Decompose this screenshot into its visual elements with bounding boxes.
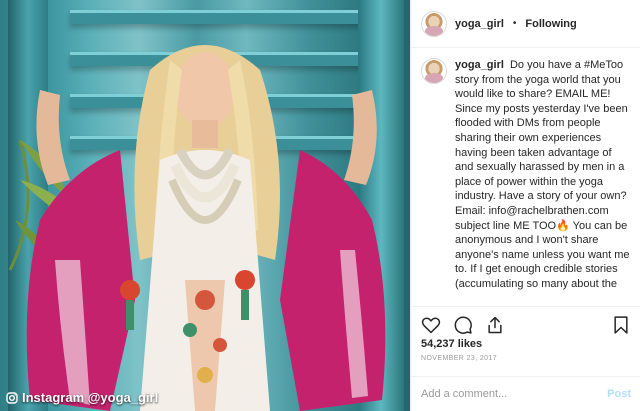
share-icon[interactable] — [485, 315, 505, 335]
post-side-panel: yoga_girl • Following yoga_girl Do you h… — [410, 0, 640, 411]
post-button[interactable]: Post — [607, 388, 631, 400]
post-header: yoga_girl • Following — [411, 0, 640, 48]
post-date: NOVEMBER 23, 2017 — [421, 355, 498, 362]
action-bar — [411, 306, 640, 342]
comment-input[interactable] — [421, 388, 608, 400]
photo-caption: Instagram @yoga_girl — [6, 390, 158, 405]
caption-text: Instagram @yoga_girl — [22, 390, 159, 405]
caption-avatar[interactable] — [421, 58, 447, 84]
separator-dot: • — [512, 18, 517, 29]
woman-in-kimono — [26, 45, 386, 411]
instagram-camera-icon — [6, 391, 18, 404]
comment-icon[interactable] — [453, 315, 473, 335]
caption-username[interactable]: yoga_girl — [455, 59, 504, 71]
bookmark-icon[interactable] — [611, 315, 631, 335]
comment-box: Post — [411, 376, 640, 411]
avatar[interactable] — [421, 10, 447, 37]
like-count[interactable]: 54,237 likes — [421, 338, 482, 350]
caption-text: Do you have a #MeToo story from the yoga… — [455, 59, 630, 290]
following-button[interactable]: Following — [525, 18, 576, 30]
caption-comment: yoga_girl Do you have a #MeToo story fro… — [411, 48, 640, 290]
post-photo[interactable]: Instagram @yoga_girl — [0, 0, 410, 411]
heart-icon[interactable] — [421, 315, 441, 335]
header-username[interactable]: yoga_girl — [455, 18, 504, 30]
caption-body: yoga_girl Do you have a #MeToo story fro… — [455, 58, 630, 290]
